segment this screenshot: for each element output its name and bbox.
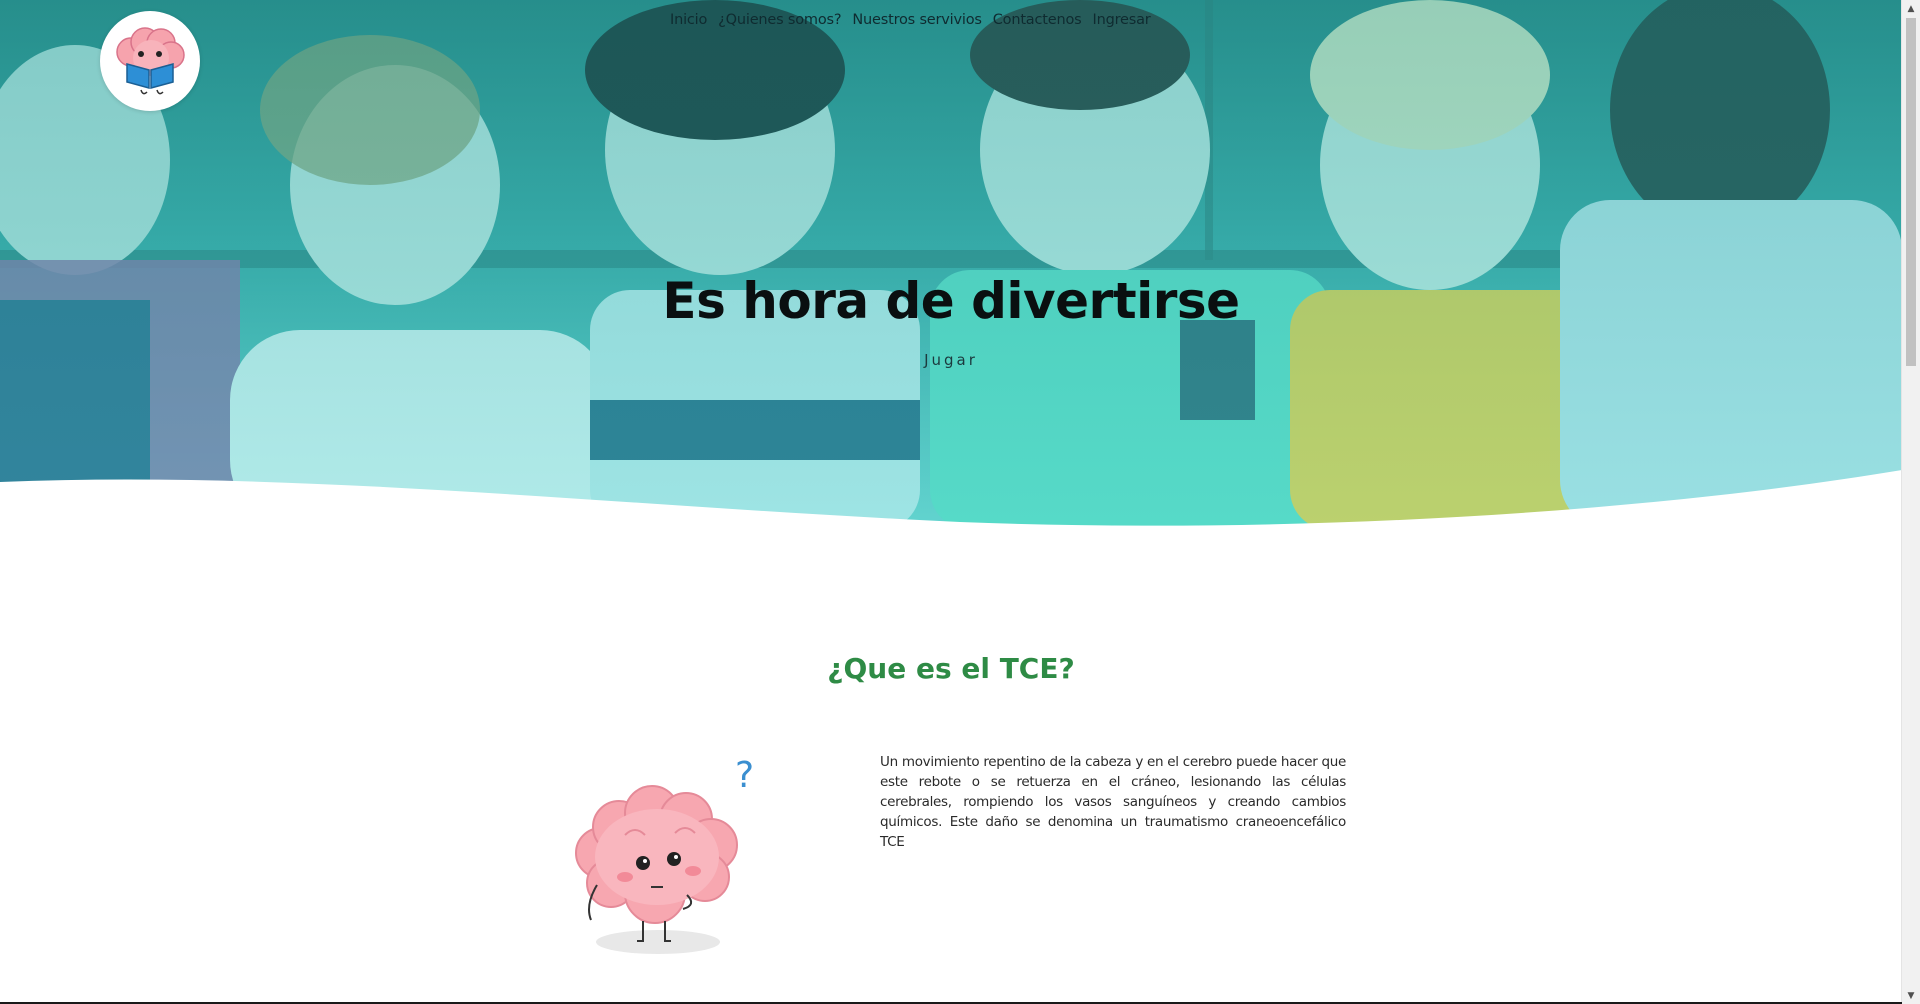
brain-reading-book-icon: [116, 27, 185, 95]
nav-item-quienes-somos[interactable]: ¿Quienes somos?: [718, 12, 841, 28]
hero-banner: Inicio ¿Quienes somos? Nuestros servivio…: [0, 0, 1902, 530]
nav-item-contactenos[interactable]: Contactenos: [993, 12, 1082, 28]
play-button[interactable]: Jugar: [0, 350, 1902, 370]
section-title: ¿Que es el TCE?: [827, 652, 1075, 685]
svg-text:?: ?: [735, 755, 754, 796]
nav-item-servicios[interactable]: Nuestros servivios: [852, 12, 982, 28]
scroll-up-arrow-icon[interactable]: ▲: [1902, 0, 1920, 17]
vertical-scrollbar[interactable]: ▲ ▼: [1901, 0, 1920, 1004]
scroll-down-arrow-icon[interactable]: ▼: [1902, 987, 1920, 1004]
nav-item-inicio[interactable]: Inicio: [670, 12, 707, 28]
hero-wave-divider: [0, 470, 1902, 530]
scrollbar-thumb[interactable]: [1906, 18, 1916, 366]
section-description: Un movimiento repentino de la cabeza y e…: [880, 754, 1346, 850]
site-logo[interactable]: [100, 11, 200, 111]
main-nav: Inicio ¿Quienes somos? Nuestros servivio…: [670, 12, 1151, 28]
hero-title: Es hora de divertirse: [662, 272, 1240, 330]
confused-brain-icon: ?: [575, 755, 754, 954]
nav-item-ingresar[interactable]: Ingresar: [1093, 12, 1151, 28]
